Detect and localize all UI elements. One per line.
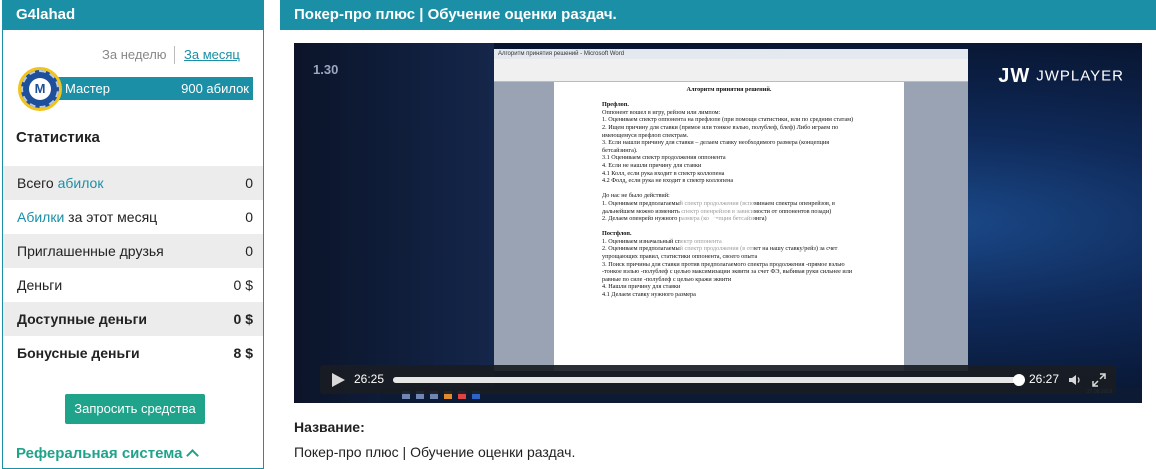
rank-bar: Мастер 900 абилок <box>37 77 253 100</box>
doc-line: Префлоп. <box>602 101 629 109</box>
stat-row-bonus: Бонусные деньги 8 $ <box>3 336 263 370</box>
stat-label: Бонусные деньги <box>17 345 140 361</box>
doc-line <box>602 185 856 193</box>
fullscreen-icon[interactable] <box>1092 373 1106 387</box>
period-month-link[interactable]: За месяц <box>184 47 240 62</box>
doc-line: 1. Оцениваем спектр оппонента на префлоп… <box>602 116 854 124</box>
play-icon[interactable] <box>332 373 345 387</box>
doc-line: 3.1 Оцениваем спектр продолжения оппонен… <box>602 154 726 162</box>
doc-line: 2. Ищем причину для ставки (прямое или т… <box>602 123 839 139</box>
stat-label: Приглашенные друзья <box>17 243 164 259</box>
doc-line: 4.2 Фолд, если рука не входит в спектр к… <box>602 177 734 185</box>
period-week-link[interactable]: За неделю <box>102 47 167 62</box>
seek-progress <box>393 377 1019 383</box>
duration-time: 26:27 <box>1029 372 1060 386</box>
rank-badge-icon: М <box>18 67 62 111</box>
video-player[interactable]: 1.30 JW JWPLAYER Алгоритм принятия решени… <box>294 43 1142 403</box>
stat-label: Всего абилок <box>17 175 104 191</box>
doc-line: 4. Если не нашли причину для ставки <box>602 161 702 169</box>
big-play-icon[interactable] <box>680 200 754 253</box>
stat-row-friends: Приглашенные друзья 0 <box>3 234 263 268</box>
profile-sidebar: G4lahad За неделю За месяц Мастер 900 аб… <box>2 0 264 469</box>
play-triangle <box>709 214 729 238</box>
stat-label: Деньги <box>17 277 63 293</box>
word-gutter-left <box>494 82 554 371</box>
stat-label-link[interactable]: абилок <box>58 175 104 191</box>
referral-toggle[interactable]: Реферальная система <box>16 445 200 462</box>
doc-line: Алгоритм принятия решений. <box>686 86 772 93</box>
jwplayer-logo: JW JWPLAYER <box>998 65 1124 88</box>
elapsed-time: 26:25 <box>354 372 385 386</box>
doc-line: До нас не было действий: <box>602 192 670 200</box>
word-toolbar <box>494 59 968 82</box>
referral-label: Реферальная система <box>16 445 183 462</box>
stat-value: 0 <box>245 243 253 259</box>
player-controlbar: 26:25 26:27 <box>320 365 1116 394</box>
doc-line: 3. Поиск причины для ставки против предп… <box>602 260 853 283</box>
username-header: G4lahad <box>3 0 263 30</box>
name-label: Название: <box>294 419 365 435</box>
jw-brand: JWPLAYER <box>1036 67 1124 85</box>
overlay-time: 1.30 <box>313 62 339 77</box>
stat-value: 8 $ <box>233 345 253 361</box>
stat-row-available: Доступные деньги 0 $ <box>3 302 263 336</box>
word-titlebar: Алгоритм принятия решений - Microsoft Wo… <box>494 49 968 59</box>
jw-logo-icon: JW <box>998 65 1031 87</box>
stats-title: Статистика <box>16 129 100 146</box>
doc-line: Оппонент вошел в игру, рейзом или лимпом… <box>602 108 721 116</box>
doc-line: 4.1 Колл, если рука входит в спектр колл… <box>602 169 725 177</box>
video-background-left <box>294 43 494 403</box>
stat-row-total: Всего абилок 0 <box>3 166 263 200</box>
doc-line: 4. Нашли причину для ставки <box>602 283 681 291</box>
rank-badge-letter: М <box>29 78 51 100</box>
stat-label: Абилки за этот месяц <box>17 209 158 225</box>
rank-value: 900 абилок <box>181 81 249 96</box>
rank-name: Мастер <box>65 81 110 96</box>
volume-icon[interactable] <box>1068 373 1082 387</box>
chevron-up-icon <box>186 449 200 462</box>
stat-value: 0 <box>245 209 253 225</box>
stat-label: Доступные деньги <box>17 311 148 327</box>
name-value: Покер-про плюс | Обучение оценки раздач. <box>294 444 576 460</box>
doc-line: 4.1 Делаем ставку нужного размера <box>602 291 696 299</box>
stat-value: 0 $ <box>233 277 253 293</box>
stat-row-month: Абилки за этот месяц 0 <box>3 200 263 234</box>
lesson-title: Покер-про плюс | Обучение оценки раздач. <box>280 0 1156 30</box>
seek-handle[interactable] <box>1012 374 1025 386</box>
stat-label-link[interactable]: Абилки <box>17 209 64 225</box>
period-divider <box>174 46 175 64</box>
stats-list: Всего абилок 0 Абилки за этот месяц 0 Пр… <box>3 166 263 370</box>
stat-value: 0 <box>245 175 253 191</box>
doc-line: 3. Если нашли причину для ставки – делае… <box>602 139 830 154</box>
word-gutter-right <box>904 82 968 371</box>
stat-value: 0 $ <box>233 311 253 327</box>
doc-line <box>602 94 856 102</box>
seek-bar[interactable] <box>393 374 1025 386</box>
request-funds-button[interactable]: Запросить средства <box>65 394 205 424</box>
stat-row-money: Деньги 0 $ <box>3 268 263 302</box>
lesson-panel: Покер-про плюс | Обучение оценки раздач.… <box>280 0 1156 469</box>
